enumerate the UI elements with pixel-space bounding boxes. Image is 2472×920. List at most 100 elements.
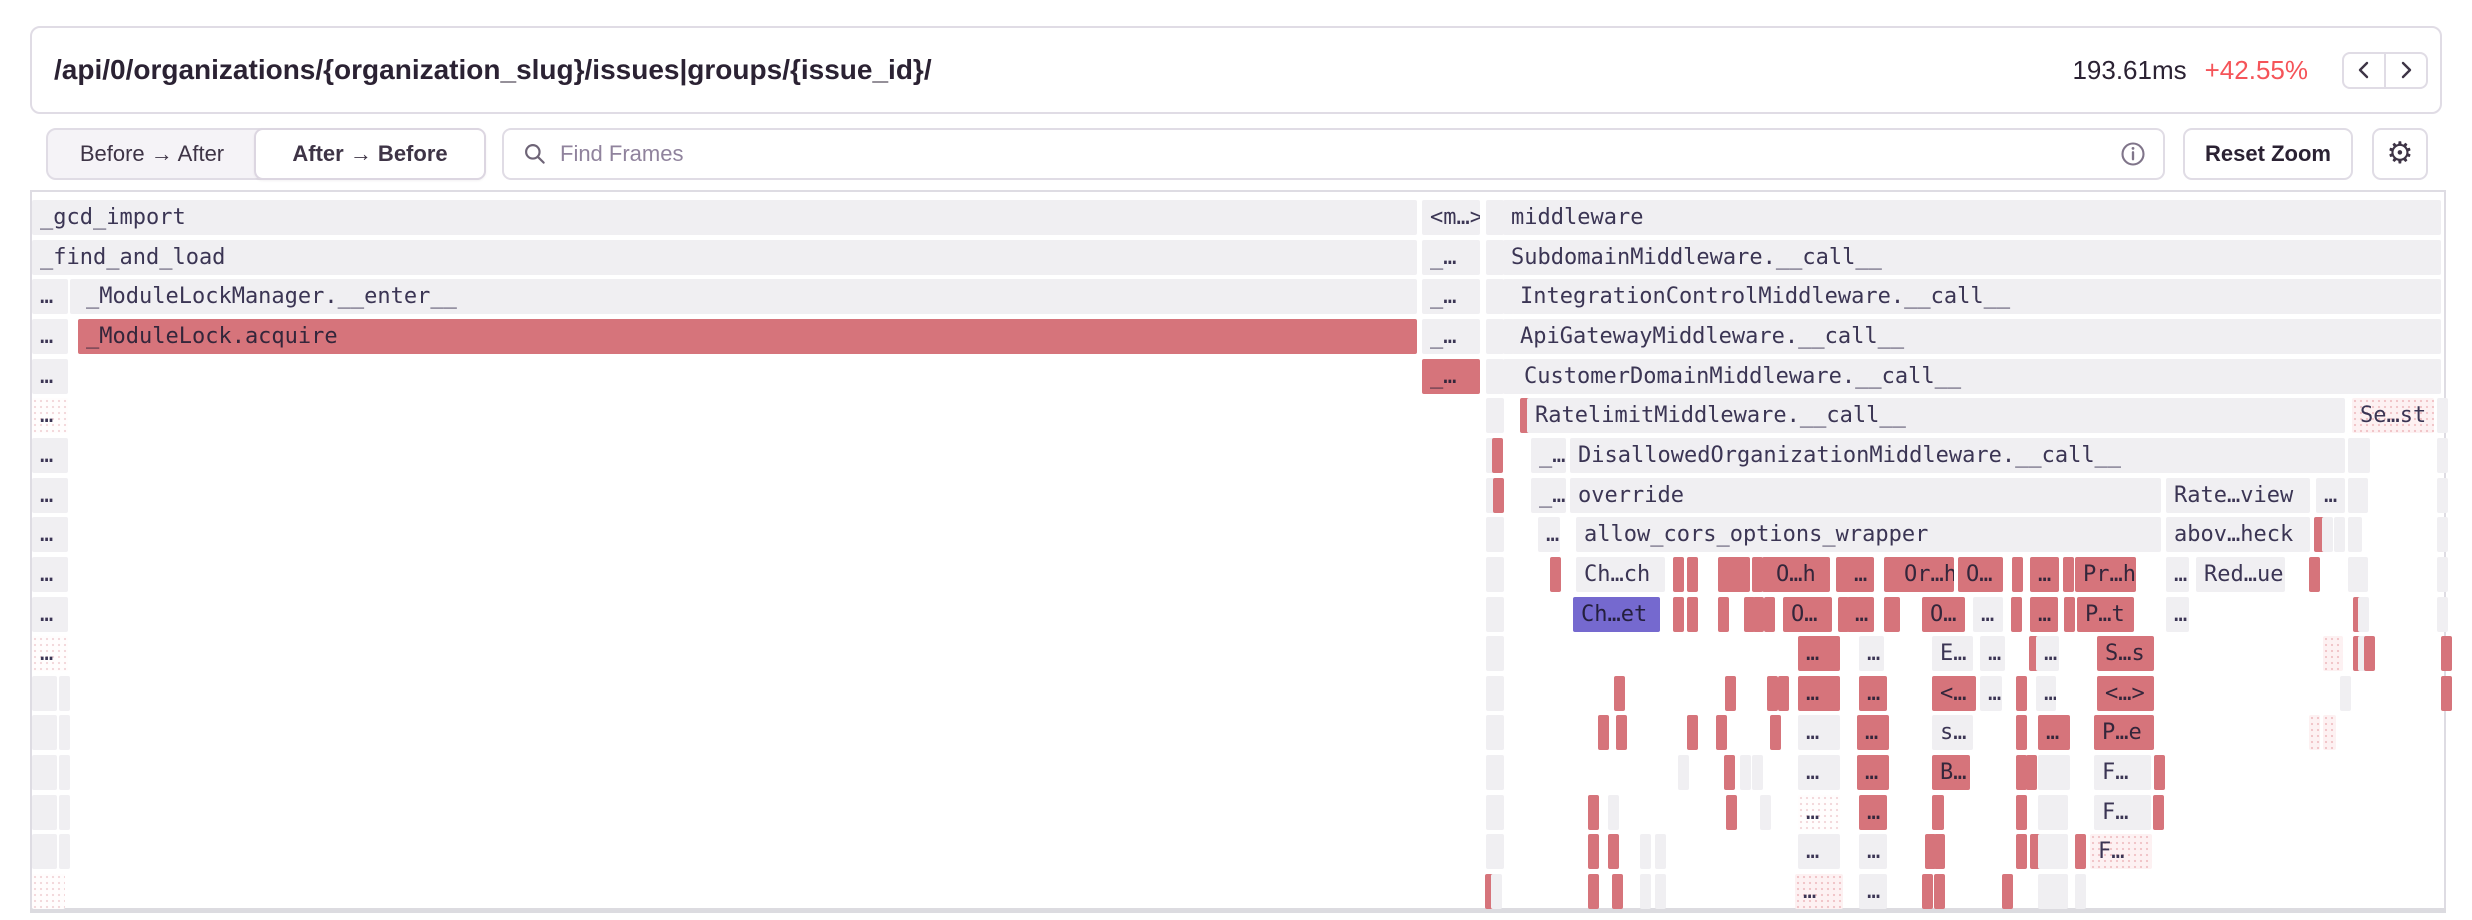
flame-frame[interactable] [1724, 557, 1750, 592]
flame-frame[interactable] [1493, 597, 1504, 632]
flame-frame[interactable] [1922, 874, 1933, 909]
flame-frame[interactable] [1616, 715, 1627, 750]
flame-frame[interactable]: O… [1783, 597, 1832, 632]
flame-frame[interactable] [1588, 834, 1599, 869]
flame-frame[interactable]: _gcd_import [32, 200, 1417, 235]
flame-frame[interactable] [1493, 478, 1504, 513]
flame-frame[interactable]: O…h [1768, 557, 1830, 592]
flame-frame[interactable]: … [2166, 597, 2189, 632]
flame-frame[interactable] [59, 834, 70, 869]
flame-frame[interactable] [2016, 795, 2027, 830]
flame-frame[interactable]: … [1798, 636, 1840, 671]
flame-frame[interactable]: … [2036, 636, 2059, 671]
flame-frame[interactable] [2011, 597, 2022, 632]
flame-frame[interactable] [2348, 478, 2368, 513]
flame-frame[interactable] [1493, 676, 1504, 711]
flame-frame[interactable] [1608, 834, 1619, 869]
flame-frame[interactable] [2437, 478, 2448, 513]
flame-frame[interactable]: _… [1422, 240, 1480, 275]
flame-frame[interactable] [1932, 795, 1944, 830]
flame-frame[interactable] [1550, 557, 1561, 592]
flame-frame[interactable] [1753, 597, 1764, 632]
flame-frame[interactable]: Or…h [1896, 557, 1954, 592]
flame-frame[interactable]: … [32, 478, 68, 513]
flame-frame[interactable] [1493, 715, 1504, 750]
flame-frame[interactable] [1740, 755, 1751, 790]
flame-frame[interactable]: … [1798, 755, 1840, 790]
flame-frame[interactable] [1752, 755, 1763, 790]
flame-frame[interactable] [2437, 597, 2448, 632]
flame-frame[interactable] [1678, 755, 1689, 790]
flame-frame[interactable] [2309, 557, 2320, 592]
flame-frame[interactable]: <… [1932, 676, 1976, 711]
flame-frame[interactable]: … [2030, 597, 2058, 632]
flame-frame[interactable]: … [32, 597, 68, 632]
flame-frame[interactable] [1493, 755, 1504, 790]
flame-frame[interactable] [2340, 676, 2351, 711]
flame-frame[interactable]: … [2166, 557, 2189, 592]
flame-frame[interactable] [59, 795, 70, 830]
flame-frame[interactable]: _… [1422, 319, 1480, 354]
flame-frame[interactable]: CustomerDomainMiddleware.__call__ [1516, 359, 2441, 394]
flame-frame[interactable]: _… [1531, 438, 1566, 473]
flame-frame[interactable] [1725, 676, 1736, 711]
flame-frame[interactable] [1640, 834, 1651, 869]
flame-frame[interactable] [1934, 874, 1945, 909]
flame-frame[interactable]: Pr…h [2075, 557, 2136, 592]
flame-frame[interactable] [1778, 676, 1789, 711]
flame-frame[interactable]: … [2030, 557, 2059, 592]
flame-frame[interactable]: … [1859, 676, 1887, 711]
flame-frame[interactable]: … [1859, 795, 1887, 830]
flame-frame[interactable]: P…e [2094, 715, 2154, 750]
flame-frame[interactable] [1764, 597, 1775, 632]
flame-frame[interactable] [2309, 715, 2320, 750]
flamegraph-canvas[interactable]: _gcd_import<m…>middleware_find_and_load_… [0, 0, 2472, 920]
flame-frame[interactable]: middleware [1503, 200, 2441, 235]
flame-frame[interactable] [1770, 715, 1781, 750]
flame-frame[interactable]: abov…heck [2166, 517, 2310, 552]
flame-frame[interactable] [2322, 517, 2333, 552]
flame-frame[interactable]: Rate…view [2166, 478, 2310, 513]
flame-frame[interactable] [32, 874, 65, 909]
flame-frame[interactable] [1673, 597, 1684, 632]
flame-frame[interactable]: Ch…ch [1576, 557, 1665, 592]
flame-frame[interactable] [2348, 557, 2368, 592]
flame-frame[interactable]: _find_and_load [32, 240, 1417, 275]
flame-frame[interactable]: E… [1932, 636, 1973, 671]
flame-frame[interactable] [2038, 874, 2068, 909]
flame-frame[interactable] [2012, 557, 2023, 592]
flame-frame[interactable]: Ch…et [1573, 597, 1660, 632]
flame-frame[interactable]: … [32, 517, 68, 552]
flame-frame[interactable]: _… [1422, 359, 1480, 394]
flame-frame[interactable]: … [32, 438, 68, 473]
flame-frame[interactable]: … [1798, 795, 1840, 830]
flame-frame[interactable]: … [1857, 755, 1889, 790]
flame-frame[interactable]: IntegrationControlMiddleware.__call__ [1512, 279, 2441, 314]
flame-frame[interactable] [2002, 874, 2013, 909]
flame-frame[interactable] [1724, 755, 1735, 790]
flame-frame[interactable]: … [1973, 597, 2003, 632]
flame-frame[interactable] [2038, 755, 2070, 790]
flame-frame[interactable]: _ModuleLock.acquire [78, 319, 1417, 354]
flame-frame[interactable] [1491, 874, 1502, 909]
flame-frame[interactable]: … [2316, 478, 2345, 513]
flame-frame[interactable] [1934, 834, 1945, 869]
flame-frame[interactable]: _… [1531, 478, 1566, 513]
flame-frame[interactable] [1598, 715, 1609, 750]
flame-frame[interactable]: … [32, 557, 68, 592]
flame-frame[interactable] [2441, 636, 2452, 671]
flame-frame[interactable] [1492, 438, 1503, 473]
flame-frame[interactable]: Red…ue [2196, 557, 2285, 592]
flame-frame[interactable]: … [1846, 557, 1874, 592]
flame-frame[interactable] [2016, 834, 2027, 869]
flame-frame[interactable]: _ModuleLockManager.__enter__ [78, 279, 1417, 314]
flame-frame[interactable]: … [2036, 676, 2056, 711]
flame-frame[interactable]: … [1847, 597, 1874, 632]
flame-frame[interactable] [2437, 398, 2448, 433]
flame-frame[interactable] [1673, 557, 1684, 592]
flame-frame[interactable]: … [1980, 676, 2002, 711]
flame-frame[interactable]: … [1859, 834, 1887, 869]
flame-frame[interactable]: … [1798, 676, 1840, 711]
flame-frame[interactable] [32, 676, 57, 711]
flame-frame[interactable] [1608, 795, 1619, 830]
